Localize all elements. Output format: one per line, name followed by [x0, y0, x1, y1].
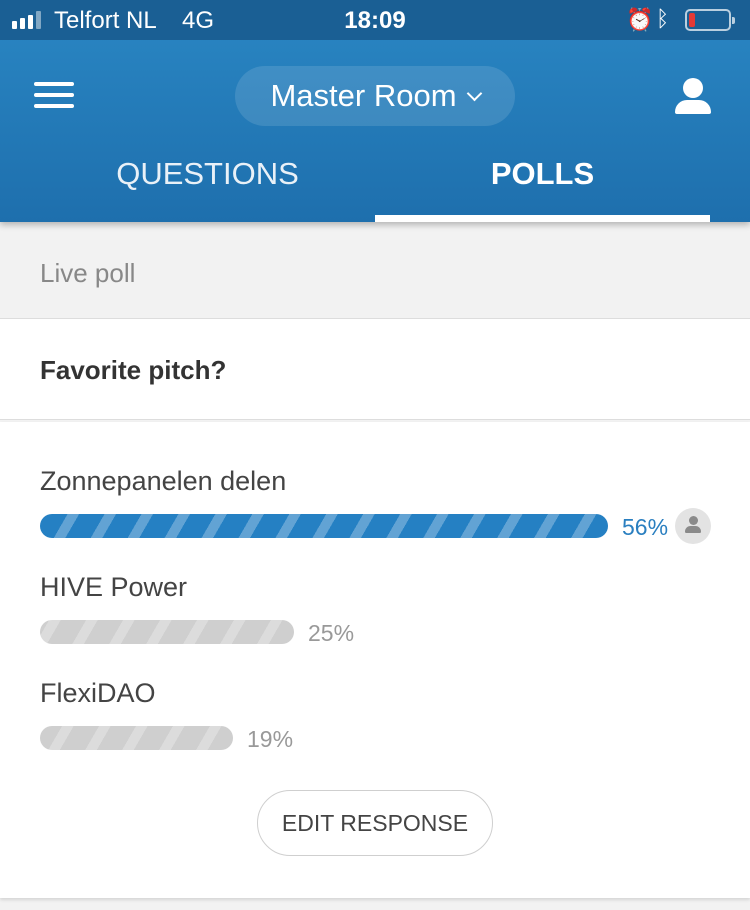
- tab-questions[interactable]: QUESTIONS: [40, 140, 375, 222]
- poll-options-card: Zonnepanelen delen 56% HIVE Power 25% Fl…: [0, 422, 750, 898]
- menu-icon[interactable]: [34, 82, 74, 112]
- poll-option-label: Zonnepanelen delen: [40, 466, 287, 496]
- user-profile-icon[interactable]: [672, 76, 714, 118]
- poll-question: Favorite pitch?: [40, 355, 227, 385]
- battery-icon: [685, 9, 735, 31]
- poll-result-bar: [40, 514, 608, 538]
- poll-option-label: HIVE Power: [40, 572, 188, 602]
- poll-result-bar: [40, 726, 233, 750]
- poll-option-percent: 25%: [308, 620, 355, 646]
- poll-option-percent: 56%: [622, 514, 669, 540]
- poll-option-label: FlexiDAO: [40, 678, 156, 708]
- alarm-icon: ⏰: [626, 7, 654, 32]
- battery-level: [689, 13, 695, 27]
- section-label: Live poll: [40, 258, 136, 288]
- edit-response-button[interactable]: EDIT RESPONSE: [257, 790, 493, 856]
- poll-result-bar: [40, 620, 294, 644]
- bluetooth-icon: ᛒ: [656, 6, 670, 31]
- room-selector[interactable]: Master Room: [235, 66, 515, 126]
- voted-user-icon: [675, 508, 711, 544]
- room-name: Master Room: [270, 78, 457, 113]
- tab-polls[interactable]: POLLS: [375, 140, 710, 222]
- poll-question-card: Favorite pitch?: [0, 318, 750, 420]
- app-header: Telfort NL 4G 18:09 ⏰ ᛒ Master Room QUES…: [0, 0, 750, 222]
- status-bar: Telfort NL 4G 18:09 ⏰ ᛒ: [0, 0, 750, 40]
- poll-option-percent: 19%: [247, 726, 294, 752]
- chevron-down-icon: [466, 85, 482, 101]
- active-tab-indicator: [375, 215, 710, 222]
